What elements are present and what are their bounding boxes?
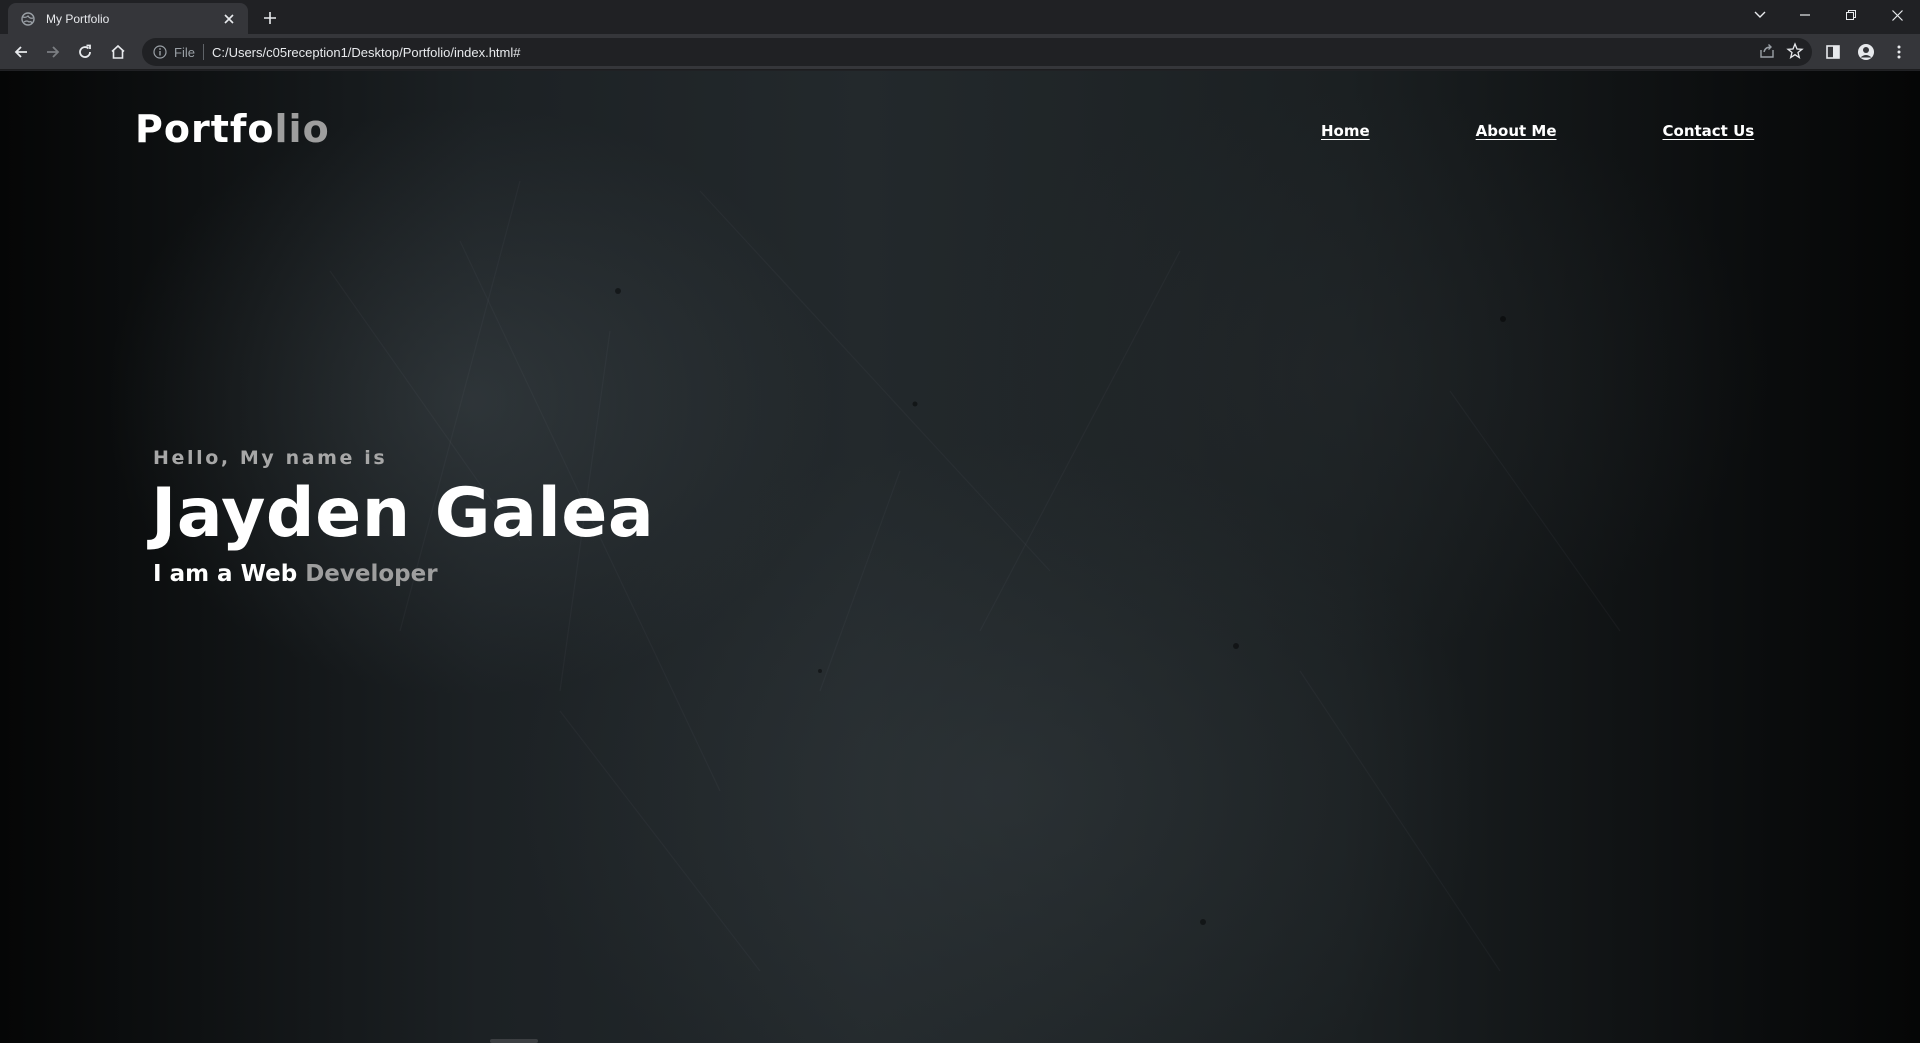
profile-avatar-icon[interactable]: [1853, 39, 1879, 65]
hero-role: I am a Web Developer: [153, 561, 654, 587]
address-url[interactable]: C:/Users/c05reception1/Desktop/Portfolio…: [212, 45, 521, 60]
forward-arrow-icon[interactable]: [40, 39, 66, 65]
globe-icon: [20, 11, 36, 27]
nav-link-contact-us[interactable]: Contact Us: [1663, 122, 1755, 140]
horizontal-scrollbar-thumb[interactable]: [490, 1039, 538, 1043]
browser-toolbar: File C:/Users/c05reception1/Desktop/Port…: [0, 34, 1920, 70]
restore-button[interactable]: [1828, 0, 1874, 30]
hero-section: Hello, My name is Jayden Galea I am a We…: [151, 447, 655, 587]
address-scheme-label: File: [174, 44, 195, 60]
close-tab-icon[interactable]: [220, 10, 238, 28]
back-arrow-icon[interactable]: [8, 39, 34, 65]
kebab-menu-icon[interactable]: [1886, 39, 1912, 65]
hero-role-prefix: I am a Web: [153, 560, 298, 587]
browser-tab[interactable]: My Portfolio: [8, 3, 248, 34]
browser-tab-strip: My Portfolio: [0, 0, 1920, 34]
logo-accent-text: lio: [274, 107, 330, 151]
bookmark-star-icon[interactable]: [1786, 42, 1804, 64]
nav-link-home[interactable]: Home: [1321, 122, 1370, 140]
page-viewport: Portfolio Home About Me Contact Us Hello…: [0, 71, 1920, 1043]
tab-search-icon[interactable]: [1738, 0, 1782, 30]
address-bar[interactable]: File C:/Users/c05reception1/Desktop/Port…: [142, 38, 1812, 66]
close-window-button[interactable]: [1874, 0, 1920, 30]
share-icon[interactable]: [1758, 42, 1776, 64]
address-actions: [1758, 42, 1804, 64]
tab-title: My Portfolio: [46, 11, 110, 26]
new-tab-button[interactable]: [258, 6, 282, 30]
hero-role-accent: Developer: [305, 560, 438, 587]
info-icon[interactable]: [152, 44, 168, 60]
reload-icon[interactable]: [72, 39, 98, 65]
side-panel-icon[interactable]: [1820, 39, 1846, 65]
minimize-button[interactable]: [1782, 0, 1828, 30]
nav-link-about-me[interactable]: About Me: [1476, 122, 1557, 140]
site-header: Portfolio Home About Me Contact Us: [0, 71, 1920, 191]
site-logo[interactable]: Portfolio: [135, 107, 330, 151]
home-icon[interactable]: [105, 39, 131, 65]
main-nav: Home About Me Contact Us: [1321, 122, 1754, 140]
hero-name: Jayden Galea: [151, 474, 655, 553]
window-controls: [1738, 0, 1920, 30]
address-divider: [202, 44, 204, 60]
logo-main-text: Portfo: [135, 107, 275, 151]
hero-greeting: Hello, My name is: [153, 447, 388, 469]
